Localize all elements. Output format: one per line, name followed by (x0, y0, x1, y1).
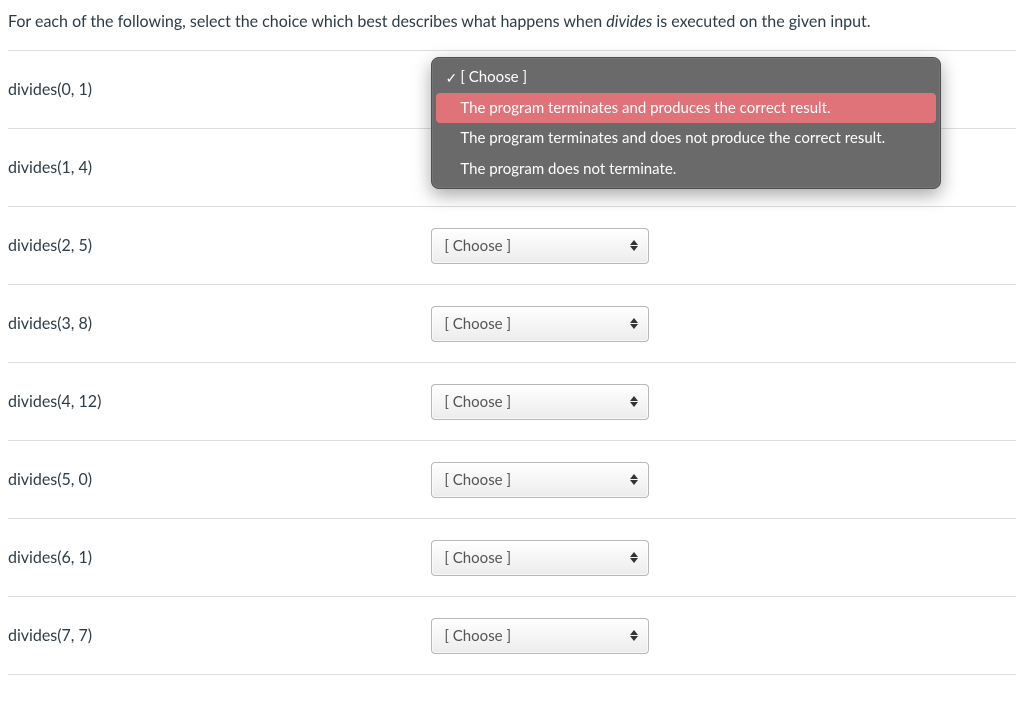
row-label: divides(3, 8) (8, 285, 431, 363)
row-label: divides(0, 1) (8, 51, 431, 129)
question-table: divides(0, 1) ✓ [ Choose ] The program t… (8, 50, 1016, 675)
dropdown-option-correct[interactable]: The program terminates and produces the … (436, 93, 936, 124)
check-icon: ✓ (442, 67, 460, 88)
select-value: [ Choose ] (444, 549, 626, 567)
row-label: divides(4, 12) (8, 363, 431, 441)
question-prompt: For each of the following, select the ch… (8, 6, 1016, 50)
chevron-sort-icon (626, 396, 642, 407)
choice-select[interactable]: [ Choose ] (431, 618, 649, 654)
table-row: divides(2, 5) [ Choose ] (8, 207, 1016, 285)
prompt-before: For each of the following, select the ch… (8, 12, 606, 31)
row-select-cell: [ Choose ] (431, 363, 1016, 441)
chevron-sort-icon (626, 240, 642, 251)
select-value: [ Choose ] (444, 471, 626, 489)
chevron-sort-icon (626, 552, 642, 563)
dropdown-option-incorrect[interactable]: The program terminates and does not prod… (436, 123, 936, 154)
row-select-cell: [ Choose ] (431, 207, 1016, 285)
prompt-after: is executed on the given input. (652, 12, 870, 31)
choice-select[interactable]: [ Choose ] (431, 228, 649, 264)
dropdown-option-nonterminate[interactable]: The program does not terminate. (436, 154, 936, 185)
dropdown-option-label: The program terminates and produces the … (442, 97, 928, 120)
dropdown-option-label: The program terminates and does not prod… (442, 127, 928, 150)
prompt-italic: divides (606, 12, 652, 31)
choice-select[interactable]: [ Choose ] (431, 384, 649, 420)
row-label: divides(7, 7) (8, 597, 431, 675)
select-value: [ Choose ] (444, 393, 626, 411)
dropdown-option-placeholder[interactable]: ✓ [ Choose ] (436, 62, 936, 93)
table-row: divides(5, 0) [ Choose ] (8, 441, 1016, 519)
row-label: divides(5, 0) (8, 441, 431, 519)
row-select-cell: [ Choose ] (431, 597, 1016, 675)
choice-select[interactable]: [ Choose ] (431, 540, 649, 576)
row-select-cell: ✓ [ Choose ] The program terminates and … (431, 51, 1016, 129)
dropdown-option-label: [ Choose ] (460, 66, 928, 89)
row-label: divides(1, 4) (8, 129, 431, 207)
row-select-cell: [ Choose ] (431, 519, 1016, 597)
row-select-cell: [ Choose ] (431, 285, 1016, 363)
dropdown-option-label: The program does not terminate. (442, 158, 928, 181)
row-select-cell: [ Choose ] (431, 441, 1016, 519)
table-row: divides(7, 7) [ Choose ] (8, 597, 1016, 675)
row-label: divides(6, 1) (8, 519, 431, 597)
table-row: divides(6, 1) [ Choose ] (8, 519, 1016, 597)
choice-select[interactable]: [ Choose ] (431, 306, 649, 342)
select-value: [ Choose ] (444, 237, 626, 255)
select-value: [ Choose ] (444, 315, 626, 333)
chevron-sort-icon (626, 318, 642, 329)
chevron-sort-icon (626, 474, 642, 485)
select-value: [ Choose ] (444, 627, 626, 645)
table-row: divides(3, 8) [ Choose ] (8, 285, 1016, 363)
table-row: divides(0, 1) ✓ [ Choose ] The program t… (8, 51, 1016, 129)
table-row: divides(4, 12) [ Choose ] (8, 363, 1016, 441)
dropdown-menu-open[interactable]: ✓ [ Choose ] The program terminates and … (431, 57, 941, 189)
row-label: divides(2, 5) (8, 207, 431, 285)
chevron-sort-icon (626, 630, 642, 641)
choice-select[interactable]: [ Choose ] (431, 462, 649, 498)
